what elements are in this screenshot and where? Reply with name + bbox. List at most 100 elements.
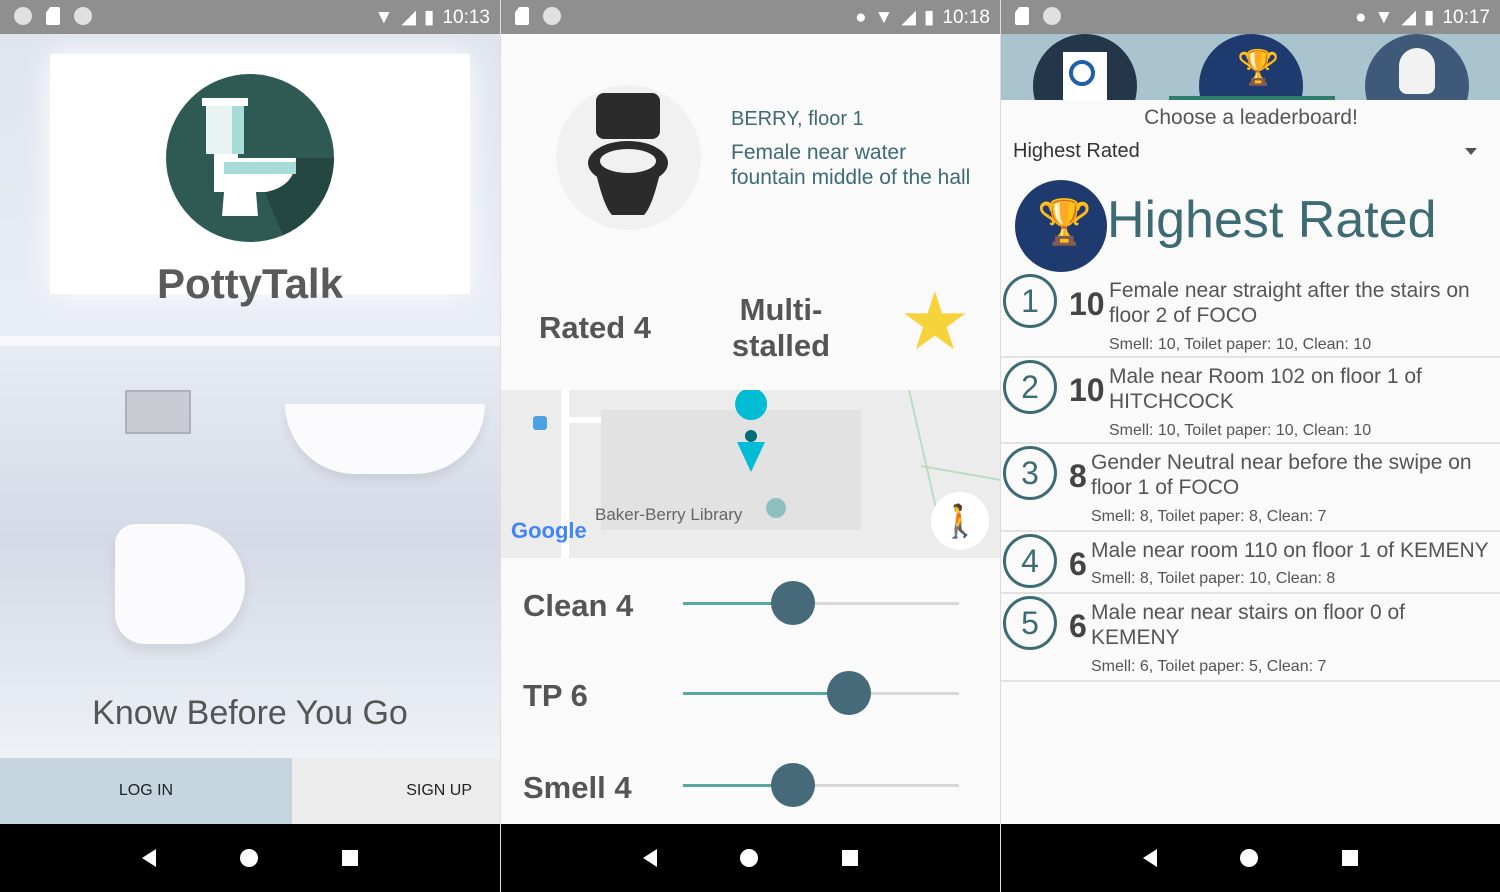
signal-icon: ◢ [901, 7, 916, 28]
overall-rating: Rated 4 [539, 310, 651, 345]
wall-toilet [115, 524, 245, 644]
back-icon[interactable] [142, 849, 156, 867]
location-icon: ● [1355, 6, 1367, 28]
home-icon[interactable] [740, 849, 759, 867]
walk-icon: 🚶 [940, 503, 980, 539]
status-bar: ● ▼ ◢ ▮ 10:17 [1001, 0, 1500, 34]
map-place-label: Baker-Berry Library [595, 505, 743, 524]
rank-badge: 4 [1003, 534, 1057, 588]
active-tab-indicator [1169, 96, 1335, 100]
rank-description: Male near Room 102 on floor 1 of HITCHCO… [1109, 365, 1422, 413]
flush-plate [125, 390, 191, 434]
rank-stats: Smell: 10, Toilet paper: 10, Clean: 10 [1109, 422, 1372, 439]
status-bar: ● ▼ ◢ ▮ 10:18 [501, 0, 1000, 34]
rank-score: 8 [1069, 458, 1087, 494]
tab-profile[interactable] [1365, 34, 1469, 100]
bathroom-detail-screen: ● ▼ ◢ ▮ 10:18 BERRY, floor 1 Female near… [500, 0, 1000, 892]
location-title: BERRY, floor 1 [731, 108, 864, 130]
recent-apps-icon[interactable] [1342, 850, 1359, 866]
slider-fill [683, 692, 849, 695]
smell-label: Smell 4 [523, 770, 632, 805]
wifi-icon: ▼ [874, 6, 894, 28]
bathroom-hero-image: PottyTalk Know Before You Go [0, 34, 500, 758]
slider-thumb[interactable] [771, 581, 816, 625]
rank-description: Male near room 110 on floor 1 of KEMENY [1091, 539, 1489, 562]
battery-icon: ▮ [423, 7, 435, 28]
rank-description: Male near near stairs on floor 0 of KEME… [1091, 601, 1405, 649]
trophy-icon: 🏆 [1015, 180, 1107, 272]
tp-label: TP 6 [523, 678, 588, 713]
sink [285, 404, 485, 474]
home-icon[interactable] [240, 849, 258, 867]
rank-score: 6 [1069, 546, 1087, 582]
status-bar: ▼ ◢ ▮ 10:13 [0, 0, 500, 34]
toilet-logo-icon [166, 74, 334, 242]
leaderboard-prompt: Choose a leaderboard! [1144, 106, 1358, 129]
leaderboard-dropdown[interactable]: Highest Rated [1013, 140, 1483, 163]
android-nav-bar [1001, 824, 1500, 892]
tab-leaderboard[interactable]: 🏆 [1199, 34, 1303, 100]
back-icon[interactable] [642, 849, 657, 867]
leaderboard-row[interactable]: 5 6 Male near near stairs on floor 0 of … [1001, 594, 1500, 682]
rank-badge: 1 [1003, 274, 1057, 328]
profile-icon [1399, 48, 1435, 94]
sdcard-icon [1015, 7, 1029, 25]
toilet-icon [556, 85, 701, 230]
leaderboard-screen: ● ▼ ◢ ▮ 10:17 🏆 Choose a leaderboard! Hi… [1000, 0, 1500, 892]
rank-score: 6 [1069, 608, 1087, 644]
dropdown-value: Highest Rated [1013, 140, 1140, 162]
tab-search[interactable] [1033, 34, 1137, 100]
stall-type: Multi-stalled [731, 292, 831, 363]
signup-button[interactable]: SIGN UP [292, 758, 500, 824]
leaderboard-row[interactable]: 1 10 Female near straight after the stai… [1001, 272, 1500, 358]
recent-apps-icon[interactable] [842, 850, 859, 866]
back-icon[interactable] [1142, 849, 1157, 867]
map-view[interactable]: Baker-Berry Library Google 🚶 [501, 390, 1000, 558]
slider-thumb[interactable] [826, 671, 871, 715]
leaderboard-row[interactable]: 3 8 Gender Neutral near before the swipe… [1001, 444, 1500, 532]
rank-stats: Smell: 8, Toilet paper: 8, Clean: 7 [1091, 508, 1327, 525]
notification-icon [543, 7, 561, 25]
notification-icon [14, 7, 32, 25]
rank-stats: Smell: 8, Toilet paper: 10, Clean: 8 [1091, 570, 1336, 587]
rank-score: 10 [1069, 286, 1105, 322]
clean-label: Clean 4 [523, 588, 634, 623]
rank-description: Gender Neutral near before the swipe on … [1091, 451, 1472, 499]
login-screen: ▼ ◢ ▮ 10:13 PottyTalk Know Before You Go… [0, 0, 500, 892]
clean-slider[interactable] [683, 581, 959, 625]
tab-bar: 🏆 [1001, 34, 1500, 100]
chevron-down-icon [1465, 148, 1477, 155]
shelf [0, 336, 500, 346]
leaderboard-title: Highest Rated [1107, 191, 1437, 249]
rank-description: Female near straight after the stairs on… [1109, 279, 1470, 327]
slider-thumb[interactable] [771, 763, 816, 807]
smell-slider[interactable] [683, 763, 959, 807]
rank-score: 10 [1069, 372, 1105, 408]
android-nav-bar [0, 824, 500, 892]
signal-icon: ◢ [1401, 7, 1416, 28]
sdcard-icon [515, 7, 529, 25]
tagline: Know Before You Go [92, 694, 408, 732]
location-icon: ● [855, 6, 867, 28]
rank-stats: Smell: 10, Toilet paper: 10, Clean: 10 [1109, 336, 1372, 353]
location-description: Female near water fountain middle of the… [731, 141, 971, 189]
walking-directions-button[interactable]: 🚶 [931, 492, 989, 550]
leaderboard-row[interactable]: 2 10 Male near Room 102 on floor 1 of HI… [1001, 358, 1500, 444]
home-icon[interactable] [1240, 849, 1259, 867]
battery-icon: ▮ [923, 7, 935, 28]
recent-apps-icon[interactable] [342, 850, 358, 866]
rank-badge: 3 [1003, 446, 1057, 500]
notification-icon [74, 7, 92, 25]
login-button[interactable]: LOG IN [0, 758, 292, 824]
clock: 10:13 [442, 6, 490, 28]
wifi-icon: ▼ [374, 6, 394, 28]
clock: 10:18 [942, 6, 990, 28]
signal-icon: ◢ [401, 7, 416, 28]
favorite-star-icon[interactable]: ★ [899, 282, 971, 362]
rank-badge: 2 [1003, 360, 1057, 414]
trophy-icon: 🏆 [1237, 49, 1280, 87]
notification-icon [1043, 7, 1061, 25]
google-logo: Google [511, 518, 587, 543]
leaderboard-row[interactable]: 4 6 Male near room 110 on floor 1 of KEM… [1001, 532, 1500, 594]
tp-slider[interactable] [683, 671, 959, 715]
